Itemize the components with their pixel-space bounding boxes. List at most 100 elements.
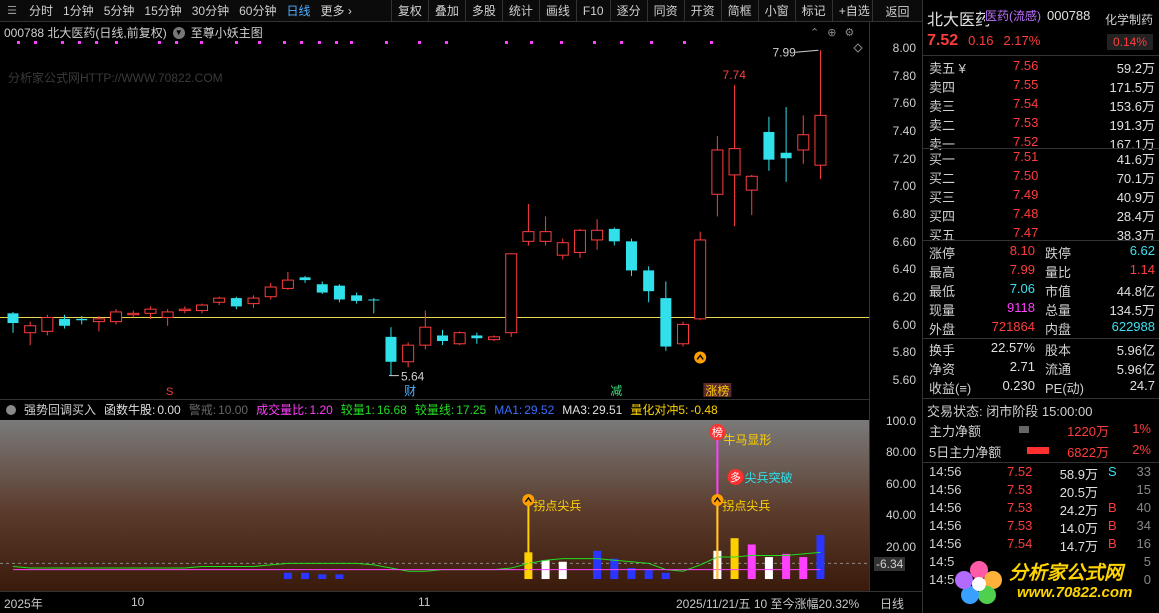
ask-price: 7.53: [1013, 115, 1039, 130]
candle-body[interactable]: [677, 323, 690, 345]
ask-row[interactable]: 卖四 7.55 171.5万: [923, 76, 1155, 95]
period-tab[interactable]: 60分钟: [234, 2, 281, 19]
period-tab[interactable]: 日线: [281, 2, 315, 19]
toolbar-button[interactable]: 叠加: [427, 0, 465, 22]
toolbar-button[interactable]: 标记: [794, 0, 832, 22]
candle-body[interactable]: [539, 231, 552, 242]
period-tab[interactable]: 30分钟: [187, 2, 234, 19]
indicator-item-label: 警戒:: [188, 403, 217, 417]
toolbar-button[interactable]: 多股: [464, 0, 502, 22]
tick-price: 7.53: [1007, 482, 1033, 497]
candle-body[interactable]: [385, 336, 397, 362]
bid-row[interactable]: 买三 7.49 40.9万: [923, 186, 1155, 205]
candle-body[interactable]: [299, 277, 311, 281]
candle-body[interactable]: [814, 114, 827, 166]
candle-body[interactable]: [505, 253, 518, 334]
bid-row[interactable]: 买一 7.51 41.6万: [923, 148, 1155, 167]
formula-dropdown-icon[interactable]: ▼: [172, 26, 185, 39]
candle-body[interactable]: [333, 285, 345, 300]
toolbar-button[interactable]: 复权: [390, 0, 428, 22]
ask-row[interactable]: 卖三 7.54 153.6万: [923, 95, 1155, 114]
candle-body[interactable]: [144, 308, 157, 314]
candle-body[interactable]: [694, 239, 707, 320]
toolbar-button[interactable]: +自选: [831, 0, 876, 22]
candle-body[interactable]: [471, 335, 483, 339]
indicator-name[interactable]: 强势回调买入: [24, 401, 96, 418]
sector-tag[interactable]: 医药(流感): [985, 7, 1041, 24]
candle-body[interactable]: [453, 332, 466, 345]
candle-body[interactable]: [351, 295, 363, 301]
candle-body[interactable]: [316, 284, 328, 293]
flower-logo-icon: [955, 561, 1002, 604]
candle-body[interactable]: [745, 175, 758, 191]
toolbar-button[interactable]: 开资: [683, 0, 721, 22]
return-button[interactable]: 返回: [872, 0, 922, 22]
signal-dot: [560, 41, 563, 44]
candle-body[interactable]: [127, 312, 140, 316]
stat-row: 净资 2.71 流通 5.96亿: [923, 358, 1155, 377]
ask-row[interactable]: 卖五 ¥ 7.56 59.2万: [923, 57, 1155, 76]
period-tab[interactable]: 15分钟: [139, 2, 186, 19]
bid-row[interactable]: 买四 7.48 28.4万: [923, 205, 1155, 224]
candle-body[interactable]: [281, 279, 294, 289]
candle-body[interactable]: [522, 231, 535, 242]
candle-body[interactable]: [24, 325, 37, 334]
ask-row[interactable]: 卖二 7.53 191.3万: [923, 114, 1155, 133]
candle-body[interactable]: [488, 336, 501, 341]
candle-body[interactable]: [573, 229, 586, 253]
candle-body[interactable]: [92, 318, 105, 323]
candlestick-chart[interactable]: 7.99 7.74 5.64 S 财 减 涨榜: [0, 38, 869, 399]
candle-body[interactable]: [419, 326, 432, 346]
period-tab[interactable]: 5分钟: [99, 2, 140, 19]
candle-body[interactable]: [660, 298, 672, 347]
candle-body[interactable]: [608, 228, 620, 242]
candle-body[interactable]: [437, 335, 448, 342]
candle-body[interactable]: [41, 316, 54, 332]
candle-body[interactable]: [59, 318, 71, 326]
bid-row[interactable]: 买二 7.50 70.1万: [923, 167, 1155, 186]
indicator-bar: [318, 574, 327, 580]
toolbar-button[interactable]: 统计: [501, 0, 539, 22]
toolbar-button[interactable]: 画线: [538, 0, 576, 22]
menu-icon[interactable]: ☰: [4, 4, 20, 18]
candle-body[interactable]: [711, 149, 724, 195]
candle-body[interactable]: [178, 308, 191, 312]
candle-body[interactable]: [368, 299, 380, 301]
candle-body[interactable]: [7, 313, 19, 324]
buy-marker-icon[interactable]: [694, 351, 707, 364]
candle-body[interactable]: [264, 286, 277, 298]
toolbar-button[interactable]: 小窗: [757, 0, 795, 22]
toolbar-button[interactable]: F10: [575, 0, 610, 22]
period-tab[interactable]: 1分钟: [58, 2, 99, 19]
candle-body[interactable]: [556, 242, 569, 256]
candle-body[interactable]: [763, 131, 775, 160]
period-tab[interactable]: 分时: [24, 2, 58, 19]
toolbar-button[interactable]: 逐分: [609, 0, 647, 22]
signal-dot: [350, 41, 353, 44]
flow-bar: [1027, 447, 1049, 454]
indicator-dropdown-icon[interactable]: [6, 404, 16, 415]
candle-body[interactable]: [780, 152, 792, 159]
candle-body[interactable]: [728, 148, 741, 176]
candle-body[interactable]: [643, 270, 655, 292]
candle-body[interactable]: [76, 318, 88, 321]
period-tab[interactable]: 更多 ›: [315, 2, 356, 19]
candle-body[interactable]: [161, 311, 174, 318]
candle-body[interactable]: [625, 241, 637, 271]
candle-body[interactable]: [591, 229, 604, 241]
candle-body[interactable]: [110, 311, 123, 323]
jianbing-signal-label: 尖兵突破: [745, 470, 793, 485]
toolbar-button[interactable]: 简框: [720, 0, 758, 22]
candle-body[interactable]: [195, 304, 208, 312]
candle-body[interactable]: [247, 297, 260, 305]
candle-body[interactable]: [213, 297, 226, 303]
candle-body[interactable]: [402, 344, 415, 363]
signal-dot: [445, 41, 448, 44]
indicator-chart[interactable]: 榜牛马显形多 尖兵突破拐点尖兵 拐点尖兵: [0, 420, 869, 591]
candle-body[interactable]: [797, 134, 810, 151]
candle-body[interactable]: [230, 298, 242, 307]
toolbar-button[interactable]: 同资: [646, 0, 684, 22]
diamond-icon: [853, 43, 863, 53]
stat-row: 外盘 721864 内盘 622988: [923, 318, 1155, 337]
industry-tag[interactable]: 化学制药: [1105, 11, 1153, 28]
